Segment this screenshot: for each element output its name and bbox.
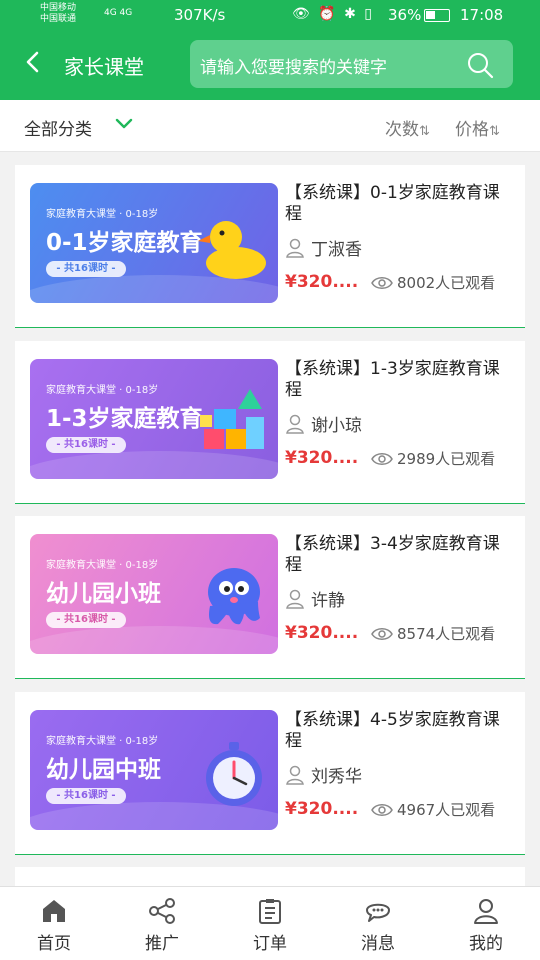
sort-arrows-icon: ⇅ (489, 124, 500, 139)
tab-profile[interactable]: 我的 (432, 887, 540, 960)
sort-by-price[interactable]: 价格⇅ (455, 115, 500, 140)
author-name: 谢小琼 (311, 416, 362, 436)
search-input[interactable]: 请输入您要搜索的关键字 (190, 40, 513, 88)
view-count: 8002人已观看 (371, 272, 495, 293)
thumbnail-subtitle: 家庭教育大课堂 · 0-18岁 (46, 385, 159, 396)
network-speed: 307K/s (174, 6, 226, 24)
view-count: 2989人已观看 (371, 448, 495, 469)
chevron-down-icon[interactable] (114, 116, 134, 132)
tab-label: 首页 (37, 934, 71, 954)
author-name: 刘秀华 (311, 767, 362, 787)
home-icon (43, 900, 65, 922)
carrier-info: 中国移动 中国联通 (40, 3, 77, 24)
toy-blocks-icon (200, 389, 264, 449)
course-title: 【系统课】4-5岁家庭教育课程 (285, 710, 500, 751)
card-divider (15, 503, 525, 504)
course-card[interactable]: 家庭教育大课堂 · 0-18岁 1-3岁家庭教育 - 共16课时 - 【系统课】… (15, 341, 525, 504)
view-count-text: 2989人已观看 (397, 450, 496, 468)
sort-by-count[interactable]: 次数⇅ (385, 115, 430, 140)
card-divider (15, 854, 525, 855)
message-icon (366, 903, 390, 922)
battery-icon (424, 9, 450, 22)
tab-label: 消息 (361, 934, 395, 954)
course-price: ¥320.... (285, 623, 359, 643)
course-price: ¥320.... (285, 799, 359, 819)
octopus-icon (208, 568, 260, 625)
search-placeholder: 请输入您要搜索的关键字 (200, 58, 387, 78)
view-count-text: 4967人已观看 (397, 801, 496, 819)
sort-price-label: 价格 (455, 120, 489, 140)
status-bar: 中国移动 中国联通 4G 4G 307K/s 👁 ⏰ ✱ ▯ 36% 17:08 (0, 0, 540, 32)
tab-promote[interactable]: 推广 (108, 887, 216, 960)
user-icon (474, 899, 498, 924)
thumbnail-title: 0-1岁家庭教育 (46, 230, 203, 256)
lesson-count-pill: - 共16课时 - (46, 788, 126, 804)
search-icon[interactable] (466, 51, 494, 79)
tab-messages[interactable]: 消息 (324, 887, 432, 960)
sort-count-label: 次数 (385, 120, 419, 140)
tab-label: 推广 (145, 934, 179, 954)
system-icons: 👁 ⏰ ✱ ▯ (292, 6, 374, 22)
course-title: 【系统课】1-3岁家庭教育课程 (285, 359, 500, 400)
course-card[interactable]: 家庭教育大课堂 · 0-18岁 幼儿园中班 - 共16课时 - 【系统课】4-5… (15, 692, 525, 855)
course-author: 刘秀华 (285, 762, 362, 787)
view-count-text: 8574人已观看 (397, 625, 496, 643)
course-price: ¥320.... (285, 448, 359, 468)
thumbnail-subtitle: 家庭教育大课堂 · 0-18岁 (46, 560, 159, 571)
stopwatch-icon (206, 742, 262, 806)
view-count: 8574人已观看 (371, 623, 495, 644)
sort-arrows-icon: ⇅ (419, 124, 430, 139)
user-outline-icon (286, 589, 304, 609)
user-outline-icon (286, 238, 304, 258)
lesson-count-pill: - 共16课时 - (46, 437, 126, 453)
eye-icon (371, 628, 393, 640)
course-card[interactable]: 家庭教育大课堂 · 0-18岁 0-1岁家庭教育 - 共16课时 - 【系统课】… (15, 165, 525, 328)
card-divider (15, 678, 525, 679)
course-thumbnail: 家庭教育大课堂 · 0-18岁 幼儿园中班 - 共16课时 - (30, 710, 278, 830)
app-header: 中国移动 中国联通 4G 4G 307K/s 👁 ⏰ ✱ ▯ 36% 17:08… (0, 0, 540, 100)
course-author: 谢小琼 (285, 411, 362, 436)
course-thumbnail: 家庭教育大课堂 · 0-18岁 1-3岁家庭教育 - 共16课时 - (30, 359, 278, 479)
course-thumbnail: 家庭教育大课堂 · 0-18岁 幼儿园小班 - 共16课时 - (30, 534, 278, 654)
user-outline-icon (286, 414, 304, 434)
course-card[interactable]: 家庭教育大课堂 · 0-18岁 幼儿园小班 - 共16课时 - 【系统课】3-4… (15, 516, 525, 679)
eye-icon (371, 277, 393, 289)
thumbnail-title: 幼儿园小班 (46, 581, 161, 607)
author-name: 丁淑香 (311, 240, 362, 260)
course-author: 许静 (285, 586, 345, 611)
share-icon (149, 898, 175, 924)
page-title: 家长课堂 (64, 55, 144, 79)
thumbnail-title: 幼儿园中班 (46, 757, 161, 783)
tab-home[interactable]: 首页 (0, 887, 108, 960)
order-icon (259, 899, 281, 924)
course-thumbnail: 家庭教育大课堂 · 0-18岁 0-1岁家庭教育 - 共16课时 - (30, 183, 278, 303)
thumbnail-subtitle: 家庭教育大课堂 · 0-18岁 (46, 209, 159, 220)
rubber-duck-icon (198, 221, 266, 279)
tab-orders[interactable]: 订单 (216, 887, 324, 960)
thumbnail-title: 1-3岁家庭教育 (46, 406, 203, 432)
tab-label: 我的 (469, 934, 503, 954)
view-count: 4967人已观看 (371, 799, 495, 820)
course-author: 丁淑香 (285, 235, 362, 260)
category-filter-label[interactable]: 全部分类 (24, 115, 92, 140)
tab-label: 订单 (253, 934, 287, 954)
eye-icon (371, 804, 393, 816)
signal-icon: 4G 4G (104, 8, 133, 18)
filter-bar: 全部分类 次数⇅ 价格⇅ (0, 100, 540, 152)
card-divider (15, 327, 525, 328)
thumbnail-subtitle: 家庭教育大课堂 · 0-18岁 (46, 736, 159, 747)
view-count-text: 8002人已观看 (397, 274, 496, 292)
battery-percent: 36% (388, 6, 422, 24)
course-title: 【系统课】3-4岁家庭教育课程 (285, 534, 500, 575)
user-outline-icon (286, 765, 304, 785)
bottom-tab-bar: 首页 推广 订单 消息 我的 (0, 886, 540, 960)
back-arrow-icon[interactable] (22, 50, 46, 74)
author-name: 许静 (311, 591, 345, 611)
lesson-count-pill: - 共16课时 - (46, 261, 126, 277)
course-price: ¥320.... (285, 272, 359, 292)
status-time: 17:08 (460, 6, 504, 24)
course-title: 【系统课】0-1岁家庭教育课程 (285, 183, 500, 224)
lesson-count-pill: - 共16课时 - (46, 612, 126, 628)
eye-icon (371, 453, 393, 465)
